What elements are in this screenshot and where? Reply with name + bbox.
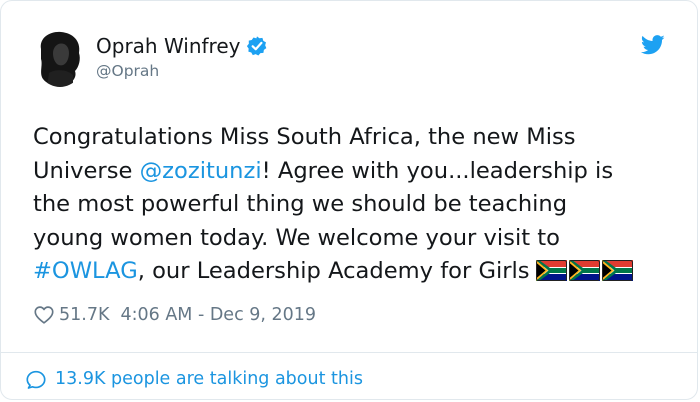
verified-badge-icon	[247, 36, 267, 56]
tweet-text-segment: Congratulations Miss South Africa, the n…	[33, 124, 576, 150]
display-name[interactable]: Oprah Winfrey	[96, 34, 240, 58]
tweet-meta: 51.7K 4:06 AM - Dec 9, 2019	[33, 302, 316, 328]
tweet-line: Congratulations Miss South Africa, the n…	[33, 121, 683, 155]
tweet-text-segment: , our Leadership Academy for Girls	[137, 258, 530, 284]
tweet-text-segment: the most powerful thing we should be tea…	[33, 191, 568, 217]
tweet-line: young women today. We welcome your visit…	[33, 222, 683, 256]
twitter-bird-icon[interactable]	[641, 35, 665, 55]
display-name-row: Oprah Winfrey	[96, 32, 268, 60]
flag-emoji-group	[535, 260, 633, 281]
talking-count-text[interactable]: 13.9K people are talking about this	[55, 369, 363, 389]
south-africa-flag-icon	[535, 260, 567, 281]
tweet-text-segment: young women today. We welcome your visit…	[33, 224, 560, 251]
timestamp[interactable]: 4:06 AM - Dec 9, 2019	[120, 305, 316, 325]
south-africa-flag-icon	[568, 260, 600, 281]
hashtag-link[interactable]: #OWLAG	[33, 258, 138, 284]
avatar[interactable]	[35, 29, 85, 87]
tweet-text-segment: ! Agree with you...leadership is	[261, 157, 614, 184]
tweet-card[interactable]: Oprah Winfrey @Oprah Congratulations Mis…	[0, 0, 698, 400]
conversation-link[interactable]: 13.9K people are talking about this	[25, 366, 363, 392]
divider	[1, 352, 697, 353]
tweet-line: #OWLAG, our Leadership Academy for Girls	[33, 255, 683, 289]
like-count[interactable]: 51.7K	[59, 305, 109, 325]
tweet-text-segment: Universe	[33, 157, 140, 184]
author-block: Oprah Winfrey @Oprah	[96, 32, 268, 80]
profile-photo-icon	[35, 29, 85, 87]
tweet-text: Congratulations Miss South Africa, the n…	[33, 121, 683, 289]
heart-icon[interactable]	[33, 304, 55, 326]
tweet-line: the most powerful thing we should be tea…	[33, 188, 683, 222]
tweet-header: Oprah Winfrey @Oprah	[35, 29, 669, 93]
handle[interactable]: @Oprah	[96, 62, 268, 80]
speech-bubble-icon	[26, 370, 46, 389]
south-africa-flag-icon	[601, 260, 633, 281]
tweet-line: Universe @zozitunzi! Agree with you...le…	[33, 155, 683, 189]
mention-link[interactable]: @zozitunzi	[140, 158, 262, 184]
